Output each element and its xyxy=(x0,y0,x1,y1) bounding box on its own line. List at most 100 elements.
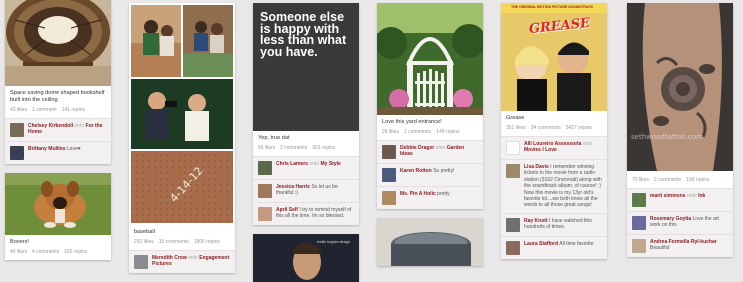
comments-count[interactable]: 34 comments xyxy=(531,125,561,131)
user-link[interactable]: Meredith Crow xyxy=(152,255,187,261)
activity-item: Brittany Mullins Love♥ xyxy=(5,141,111,164)
avatar[interactable] xyxy=(382,168,396,182)
pin-grey-bowl[interactable] xyxy=(377,218,483,266)
user-link[interactable]: marti simmons xyxy=(650,193,686,199)
comments-count[interactable]: 2 comments xyxy=(280,145,307,151)
pin-baseball[interactable]: 4-14-12 baseball 292 likes 10 comments 180… xyxy=(129,3,235,273)
user-link[interactable]: Chelsey Kirkendoll xyxy=(28,123,73,129)
comments-count[interactable]: 1 comment xyxy=(32,107,57,113)
pin-image-baseball-collage[interactable]: 4-14-12 xyxy=(129,3,235,225)
avatar[interactable] xyxy=(382,191,396,205)
board-link[interactable]: Ink xyxy=(698,193,705,199)
avatar[interactable] xyxy=(134,255,148,269)
onto-text: onto xyxy=(74,123,85,129)
user-link[interactable]: Brittany Mullins xyxy=(28,146,66,152)
pin-image-man-portrait[interactable]: emilie hughes design xyxy=(253,234,359,282)
user-link[interactable]: Karen Rotton xyxy=(400,168,432,174)
onto-text: onto xyxy=(309,161,320,167)
likes-count[interactable]: 70 likes xyxy=(632,177,649,183)
repins-count[interactable]: 162 repins xyxy=(64,249,87,255)
pin-rose-tattoo[interactable]: sethwoodtattoo.com 70 likes 2 comments 199… xyxy=(627,3,733,257)
pin-stats: 28 likes 2 comments 149 repins xyxy=(377,126,483,140)
activity-item: Jessica Harris So let us be thankful.:) xyxy=(253,179,359,202)
likes-count[interactable]: 46 likes xyxy=(10,249,27,255)
repins-count[interactable]: 301 repins xyxy=(312,145,335,151)
comments-count[interactable]: 4 comments xyxy=(32,249,59,255)
comments-count[interactable]: 2 comments xyxy=(654,177,681,183)
avatar[interactable] xyxy=(506,240,520,255)
avatar[interactable] xyxy=(632,216,646,230)
avatar[interactable] xyxy=(10,146,24,160)
quote-text: Someone else is happy with less than wha… xyxy=(253,3,359,131)
pin-description: Love this yard entrance! xyxy=(382,119,442,125)
avatar[interactable] xyxy=(506,164,520,178)
comment-text: So pretty! xyxy=(433,168,455,174)
user-link[interactable]: Rosemary Goytia xyxy=(650,216,691,222)
user-link[interactable]: Lisa Davis xyxy=(524,164,549,170)
pin-stats: 43 likes 1 comment 141 repins xyxy=(5,104,111,118)
avatar[interactable] xyxy=(10,123,24,137)
pin-image-rose-tattoo[interactable]: sethwoodtattoo.com xyxy=(627,3,733,171)
pin-image-grease-poster[interactable]: THE ORIGINAL MOTION PICTURE SOUNDTRACK G… xyxy=(501,3,607,111)
avatar[interactable] xyxy=(382,145,396,159)
repins-count[interactable]: 3427 repins xyxy=(566,125,592,131)
activity-item: Chelsey Kirkendoll onto For the Home xyxy=(5,118,111,141)
pin-image-quote-card[interactable]: Someone else is happy with less than wha… xyxy=(253,3,359,131)
avatar[interactable] xyxy=(632,239,646,253)
avatar[interactable] xyxy=(506,217,520,232)
avatar[interactable] xyxy=(506,141,520,155)
pin-quote[interactable]: Someone else is happy with less than wha… xyxy=(253,3,359,225)
board-link[interactable]: My Style xyxy=(320,161,340,167)
likes-count[interactable]: 292 likes xyxy=(134,239,154,245)
activity-item: Alli Loureiro Assessoria onto Movies I L… xyxy=(501,136,607,159)
user-link[interactable]: Laura Stafford xyxy=(524,241,558,247)
likes-count[interactable]: 56 likes xyxy=(258,145,275,151)
avatar[interactable] xyxy=(632,193,646,207)
pin-column-4: Love this yard entrance! 28 likes 2 comme… xyxy=(377,0,483,275)
pin-boxers[interactable]: Boxers! 46 likes 4 comments 162 repins xyxy=(5,173,111,260)
pin-column-2: 4-14-12 baseball 292 likes 10 comments 180… xyxy=(129,0,235,282)
likes-count[interactable]: 43 likes xyxy=(10,107,27,113)
pin-image-garden-gate[interactable] xyxy=(377,3,483,115)
pin-image-grey-bowl[interactable] xyxy=(377,218,483,266)
board-link[interactable]: Movies I Love xyxy=(524,147,557,153)
pin-image-dome-bookshelf[interactable] xyxy=(5,0,111,86)
likes-count[interactable]: 351 likes xyxy=(506,125,526,131)
avatar[interactable] xyxy=(258,161,272,175)
activity-item: Meredith Crow onto Engagement Pictures xyxy=(129,250,235,273)
pin-stats: 70 likes 2 comments 199 repins xyxy=(627,171,733,188)
pin-dome-bookshelf[interactable]: Space saving dome shaped bookshelf built… xyxy=(5,0,111,164)
pin-description: Space saving dome shaped bookshelf built… xyxy=(10,90,105,103)
pin-grease[interactable]: THE ORIGINAL MOTION PICTURE SOUNDTRACK G… xyxy=(501,3,607,259)
user-link[interactable]: April Self xyxy=(276,207,298,213)
onto-text: onto xyxy=(582,141,593,147)
user-link[interactable]: Jessica Harris xyxy=(276,184,310,190)
repins-count[interactable]: 1806 repins xyxy=(194,239,220,245)
activity-item: Rosemary Goytia Love the art work on thi… xyxy=(627,211,733,234)
repins-count[interactable]: 141 repins xyxy=(62,107,85,113)
user-link[interactable]: Chris Lamers xyxy=(276,161,308,167)
activity-item: Debbie Drager onto Garden Ideas xyxy=(377,140,483,163)
pin-description: baseball xyxy=(134,229,155,235)
repins-count[interactable]: 149 repins xyxy=(436,129,459,135)
pin-description: Yep, true dat xyxy=(258,135,290,141)
pin-garden-gate[interactable]: Love this yard entrance! 28 likes 2 comme… xyxy=(377,3,483,209)
comment-text: Love♥ xyxy=(66,146,81,152)
pin-stats: 292 likes 10 comments 1806 repins xyxy=(129,236,235,250)
user-link[interactable]: Andrea Formella Ryl-kuchar xyxy=(650,239,717,245)
comment-text: Beautiful xyxy=(650,245,670,252)
comments-count[interactable]: 2 comments xyxy=(404,129,431,135)
pin-image-boxer-puppy[interactable] xyxy=(5,173,111,235)
likes-count[interactable]: 28 likes xyxy=(382,129,399,135)
onto-text: onto xyxy=(435,145,446,151)
repins-count[interactable]: 199 repins xyxy=(686,177,709,183)
avatar[interactable] xyxy=(258,207,272,221)
user-link[interactable]: Debbie Drager xyxy=(400,145,434,151)
pin-man-portrait[interactable]: emilie hughes design xyxy=(253,234,359,282)
comments-count[interactable]: 10 comments xyxy=(159,239,189,245)
avatar[interactable] xyxy=(258,184,272,198)
poster-top-text: THE ORIGINAL MOTION PICTURE SOUNDTRACK xyxy=(511,5,594,9)
user-link[interactable]: Ray Knott xyxy=(524,218,548,224)
user-link[interactable]: Ms. Pin A Holic xyxy=(400,191,436,197)
user-link[interactable]: Alli Loureiro Assessoria xyxy=(524,141,581,147)
